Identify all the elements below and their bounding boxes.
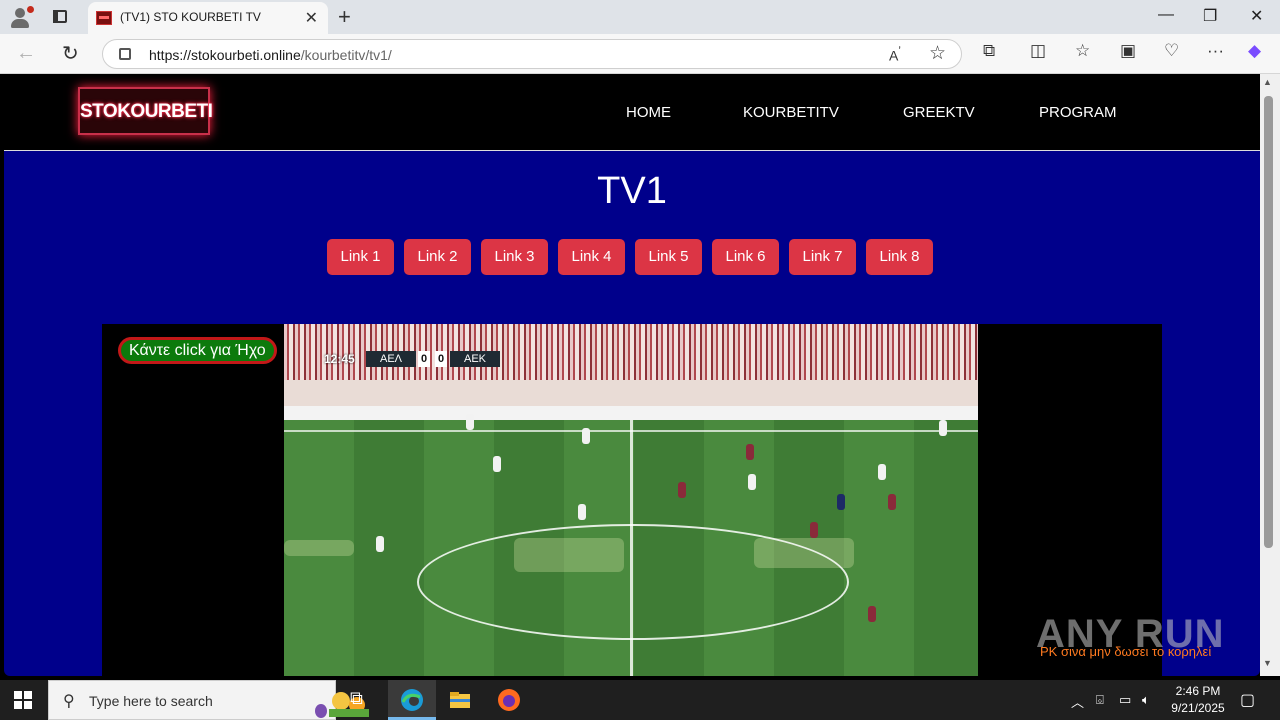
page-scrollbar[interactable]: ▲ ▼ <box>1260 74 1280 676</box>
browser-tab-bar: (TV1) STO KOURBETI TV ✕ + — ❐ ✕ <box>0 0 1280 34</box>
lock-icon[interactable] <box>119 48 131 60</box>
menu-program[interactable]: PROGRAM <box>1039 104 1117 121</box>
player-figure <box>939 420 947 436</box>
firefox-icon[interactable] <box>497 688 521 712</box>
read-aloud-icon[interactable]: Aʼ <box>889 45 901 64</box>
home-team: ΑΕΛ <box>366 351 416 367</box>
minimize-button[interactable]: — <box>1158 6 1174 24</box>
link-6-button[interactable]: Link 6 <box>712 239 779 275</box>
player-figure <box>878 464 886 480</box>
link-8-button[interactable]: Link 8 <box>866 239 933 275</box>
menu-home[interactable]: HOME <box>626 104 671 121</box>
browser-essentials-icon[interactable]: ♡ <box>1164 41 1179 61</box>
player-figure <box>493 456 501 472</box>
player-figure <box>810 522 818 538</box>
link-3-button[interactable]: Link 3 <box>481 239 548 275</box>
task-view-icon[interactable]: ⧉ <box>350 688 374 712</box>
favorites-icon[interactable]: ☆ <box>1075 41 1090 61</box>
copilot-icon[interactable]: ◆ <box>1248 41 1261 61</box>
link-4-button[interactable]: Link 4 <box>558 239 625 275</box>
search-icon: ⚲ <box>63 693 75 710</box>
player-figure <box>888 494 896 510</box>
player-figure <box>466 414 474 430</box>
player-figure <box>868 606 876 622</box>
menu-kourbetitv[interactable]: KOURBETITV <box>743 104 839 121</box>
notifications-icon[interactable]: ▢ <box>1240 690 1255 710</box>
site-logo[interactable]: STOKOURBETI <box>78 87 213 135</box>
away-score: 0 <box>435 351 447 367</box>
player-figure <box>746 444 754 460</box>
link-1-button[interactable]: Link 1 <box>327 239 394 275</box>
tab-actions-icon[interactable] <box>50 8 70 26</box>
split-screen-icon[interactable]: ◫ <box>1030 41 1046 61</box>
sun-patch <box>284 540 354 556</box>
unmute-button[interactable]: Κάντε click για Ήχο <box>118 337 277 364</box>
collections-icon[interactable]: ▣ <box>1120 41 1136 61</box>
url-path: /kourbetitv/tv1/ <box>300 47 392 63</box>
more-menu-icon[interactable]: ··· <box>1207 41 1224 61</box>
extensions-icon[interactable]: ⧉ <box>983 41 995 61</box>
browser-tab[interactable]: (TV1) STO KOURBETI TV ✕ <box>88 2 328 34</box>
news-ticker: ΡΚ σινα μην δωσει το κορηλεί <box>1040 644 1212 659</box>
link-2-button[interactable]: Link 2 <box>404 239 471 275</box>
reload-icon[interactable]: ↻ <box>62 41 79 66</box>
player-figure <box>678 482 686 498</box>
profile-icon[interactable] <box>8 5 34 29</box>
scrollbar-thumb[interactable] <box>1264 96 1273 548</box>
match-time: 12:45 <box>324 352 355 366</box>
pitch-center-circle <box>417 524 849 640</box>
clock-time: 2:46 PM <box>1175 684 1221 698</box>
player-figure <box>837 494 845 510</box>
video-frame[interactable]: 12:45 ΑΕΛ 0 0 ΑΕΚ <box>284 324 978 676</box>
page-title: TV1 <box>597 170 667 212</box>
taskbar-search-box[interactable]: ⚲ Type here to search <box>48 680 369 720</box>
player-figure <box>748 474 756 490</box>
video-player[interactable]: 12:45 ΑΕΛ 0 0 ΑΕΚ Κάντε click για Ήχο <box>102 324 1162 676</box>
restore-button[interactable]: ❐ <box>1203 6 1217 26</box>
close-window-button[interactable]: ✕ <box>1250 6 1263 26</box>
file-explorer-icon[interactable] <box>448 688 472 712</box>
player-figure <box>376 536 384 552</box>
new-tab-button[interactable]: + <box>338 4 351 30</box>
url-text: https://stokourbeti.online/kourbetitv/tv… <box>149 47 392 63</box>
tab-title: (TV1) STO KOURBETI TV <box>120 10 261 24</box>
search-placeholder: Type here to search <box>89 693 213 709</box>
link-7-button[interactable]: Link 7 <box>789 239 856 275</box>
menu-greektv[interactable]: GREEKTV <box>903 104 975 121</box>
player-figure <box>582 428 590 444</box>
url-field[interactable]: https://stokourbeti.online/kourbetitv/tv… <box>102 39 962 69</box>
windows-taskbar: ⚲ Type here to search ⧉ ︿ ⌺ ▭ 🔈︎ 2:46 PM… <box>0 680 1280 720</box>
favorite-star-icon[interactable]: ☆ <box>929 42 946 65</box>
windows-start-icon[interactable] <box>14 691 32 709</box>
scroll-up-icon[interactable]: ▲ <box>1263 77 1272 87</box>
home-score: 0 <box>418 351 430 367</box>
network-icon[interactable]: ▭ <box>1119 692 1131 708</box>
back-arrow-icon[interactable]: ← <box>16 42 36 65</box>
stadium-stand <box>284 380 978 406</box>
site-favicon-icon <box>96 11 112 25</box>
web-page: STOKOURBETI HOME KOURBETITV GREEKTV PROG… <box>4 74 1260 676</box>
edge-icon[interactable] <box>400 688 424 712</box>
clock-date: 9/21/2025 <box>1171 701 1225 715</box>
site-header: STOKOURBETI HOME KOURBETITV GREEKTV PROG… <box>4 74 1260 151</box>
taskbar-clock[interactable]: 2:46 PM 9/21/2025 <box>1160 683 1236 717</box>
volume-icon[interactable]: 🔈︎ <box>1142 692 1150 708</box>
scroll-down-icon[interactable]: ▼ <box>1263 658 1272 668</box>
tray-device-icon[interactable]: ⌺ <box>1096 692 1104 708</box>
tray-overflow-icon[interactable]: ︿ <box>1071 692 1084 711</box>
away-team: ΑΕΚ <box>450 351 500 367</box>
tab-close-button[interactable]: ✕ <box>305 8 318 28</box>
url-host: https://stokourbeti.online <box>149 47 301 63</box>
ad-boards <box>284 406 978 420</box>
link-5-button[interactable]: Link 5 <box>635 239 702 275</box>
logo-text: STOKOURBETI <box>80 101 213 122</box>
player-figure <box>578 504 586 520</box>
